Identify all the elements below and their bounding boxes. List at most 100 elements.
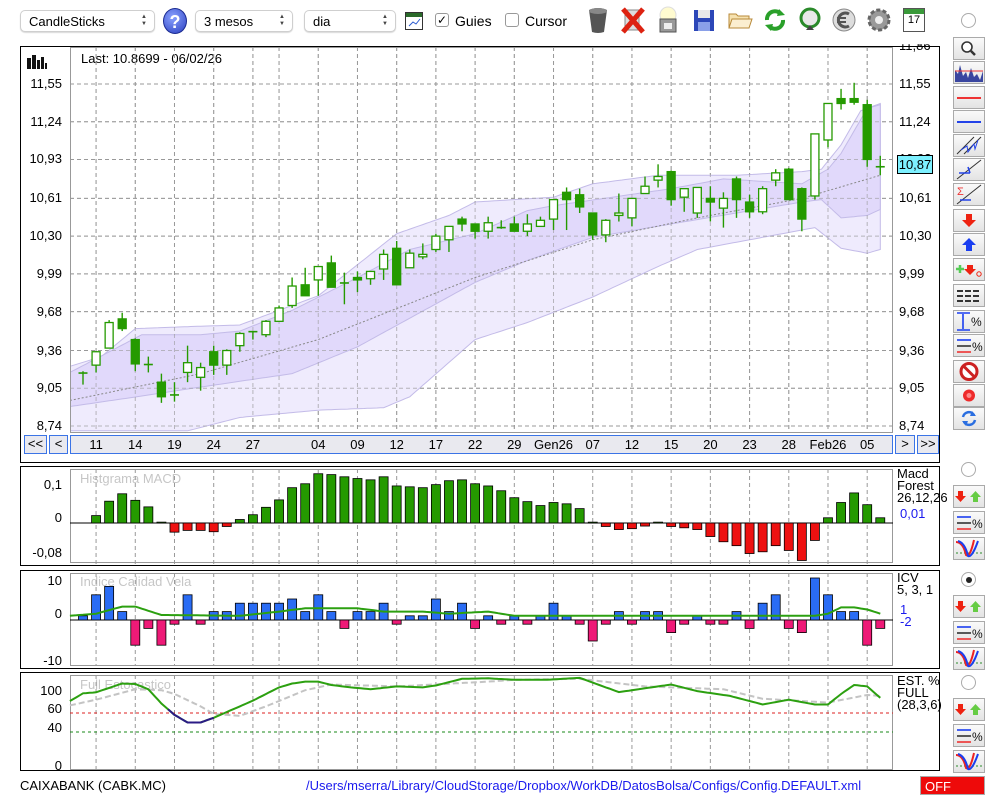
icv-lines-percent-button[interactable]: % xyxy=(953,621,985,644)
price-plot-area[interactable] xyxy=(70,47,893,433)
date-axis-label: 19 xyxy=(167,437,182,452)
sigma-trendline-button[interactable]: Σ xyxy=(953,183,985,206)
stoch_panel-axis-label: 0 xyxy=(54,758,62,773)
bar-chart-icon xyxy=(27,55,47,69)
red-line-button[interactable] xyxy=(953,86,985,109)
guides-checkbox[interactable]: ✓ xyxy=(435,13,449,27)
grid-lines-button[interactable] xyxy=(953,284,985,307)
scroll-first-button[interactable]: << xyxy=(24,435,47,454)
percent-glyph: % xyxy=(972,340,983,354)
gear-icon[interactable] xyxy=(866,6,892,34)
ticker-label: CAIXABANK (CABK.MC) xyxy=(20,778,166,793)
stochastic-lines-percent-button[interactable]: % xyxy=(953,724,985,747)
date-axis-label: 11 xyxy=(89,437,103,452)
date-axis-label: 24 xyxy=(206,437,221,452)
price-axis-label-left: 9,36 xyxy=(36,342,62,358)
currency-refresh-icon[interactable] xyxy=(797,6,823,34)
date-axis-label: 09 xyxy=(350,437,365,452)
price-axis-label-left: 10,93 xyxy=(29,151,62,167)
buy-signal-button[interactable] xyxy=(953,233,985,256)
scroll-next-label: > xyxy=(901,436,909,451)
scroll-next-button[interactable]: > xyxy=(895,435,915,454)
price-axis-label-right: 8,74 xyxy=(899,417,925,433)
trendline-icon xyxy=(956,159,982,180)
refresh-icon[interactable] xyxy=(762,6,788,34)
record-button[interactable] xyxy=(953,384,985,407)
interval-select[interactable]: dia ▲ ▼ xyxy=(304,10,396,32)
oscillator-curve-icon xyxy=(955,752,982,771)
lines-percent-icon: % xyxy=(957,626,983,641)
icv-plot-area[interactable] xyxy=(70,573,893,666)
chart-window-icon xyxy=(405,12,423,30)
mini-chart-button[interactable] xyxy=(953,61,985,84)
config-path-link[interactable]: /Users/mserra/Library/CloudStorage/Dropb… xyxy=(306,778,861,793)
icv-signals-button[interactable] xyxy=(953,595,985,618)
macd_panel-axis-label: 0 xyxy=(54,510,62,525)
macd-signals-button[interactable] xyxy=(953,485,985,508)
chart-window-button[interactable] xyxy=(405,12,423,30)
blue-line-button[interactable] xyxy=(953,110,985,133)
delete-all-button[interactable] xyxy=(953,360,985,383)
stochastic-panel-radio[interactable] xyxy=(961,675,976,690)
calendar-button[interactable]: 17 xyxy=(903,8,925,32)
red-down-arrow-icon xyxy=(962,214,976,227)
oscillator-curve-icon xyxy=(955,539,982,558)
date-axis-label: 12 xyxy=(389,437,404,452)
macd-lines-percent-button[interactable]: % xyxy=(953,511,985,534)
stochastic-plot-area[interactable] xyxy=(70,675,893,770)
select-chevron-icon: ▲ ▼ xyxy=(382,14,388,27)
price-axis-label-right: 9,99 xyxy=(899,265,925,281)
percent-glyph: % xyxy=(972,730,983,744)
oscillator-curve-icon xyxy=(955,649,982,668)
chart-type-select[interactable]: CandleSticks ▲ ▼ xyxy=(20,10,155,32)
date-axis-label: 17 xyxy=(428,437,444,452)
folder-open-icon[interactable] xyxy=(727,6,753,34)
lamp-icon[interactable] xyxy=(655,6,681,34)
delete-icon[interactable] xyxy=(620,6,646,34)
lines-percent-icon: % xyxy=(957,516,983,531)
mode-toggle-button[interactable]: OFF xyxy=(920,776,985,795)
trendline-button[interactable] xyxy=(953,158,985,181)
date-axis-label: 05 xyxy=(859,437,875,452)
period-select[interactable]: 3 mesos ▲ ▼ xyxy=(195,10,293,32)
icv-oscillator-button[interactable] xyxy=(953,647,985,670)
cursor-checkbox[interactable] xyxy=(505,13,519,27)
add-signal-button[interactable] xyxy=(953,258,985,281)
price-axis-label-right: 11,86 xyxy=(899,38,931,54)
red-green-arrows-icon xyxy=(955,491,981,502)
trash-icon[interactable] xyxy=(585,6,611,34)
date-axis-label: Feb26 xyxy=(809,437,847,452)
zoom-button[interactable] xyxy=(953,37,985,60)
blue-up-arrow-icon xyxy=(962,238,976,251)
icv-panel-radio[interactable] xyxy=(961,572,976,587)
icv_panel-axis-label: -10 xyxy=(43,653,62,668)
guides-label: Guies xyxy=(455,13,492,29)
range-percent-button[interactable]: % xyxy=(953,310,985,333)
save-icon[interactable] xyxy=(691,6,717,34)
sync-button[interactable] xyxy=(953,407,985,430)
dashed-lines-icon xyxy=(957,290,981,302)
icv-legend: ICV 5, 3, 1 1 -2 xyxy=(897,571,933,628)
lines-percent-icon: % xyxy=(957,729,983,744)
date-axis-bar[interactable]: 11 14 19 24 27 04 09 12 17 22 29 Gen26 07 12 15 20 23 28 F… xyxy=(70,435,893,454)
sell-signal-button[interactable] xyxy=(953,209,985,232)
stochastic-signals-button[interactable] xyxy=(953,698,985,721)
range-percent-icon: % xyxy=(957,312,982,331)
euro-icon[interactable] xyxy=(831,6,857,34)
macd-plot-area[interactable] xyxy=(70,469,893,563)
stochastic-oscillator-button[interactable] xyxy=(953,750,985,773)
stoch_panel-axis-label: 60 xyxy=(47,701,62,716)
date-axis-label: 20 xyxy=(703,437,718,452)
scroll-prev-button[interactable]: < xyxy=(49,435,68,454)
macd-panel-radio[interactable] xyxy=(961,462,976,477)
channel-button[interactable] xyxy=(953,134,985,157)
scroll-last-button[interactable]: >> xyxy=(917,435,939,454)
main-panel-radio[interactable] xyxy=(961,13,976,28)
macd-oscillator-button[interactable] xyxy=(953,537,985,560)
lines-percent-button[interactable]: % xyxy=(953,334,985,357)
help-icon: ? xyxy=(169,12,181,32)
scroll-last-label: >> xyxy=(920,436,936,451)
stochastic-panel-title: Full Estocastico xyxy=(80,677,172,692)
help-button[interactable]: ? xyxy=(163,8,187,34)
price-axis-label-right: 9,05 xyxy=(899,380,925,396)
